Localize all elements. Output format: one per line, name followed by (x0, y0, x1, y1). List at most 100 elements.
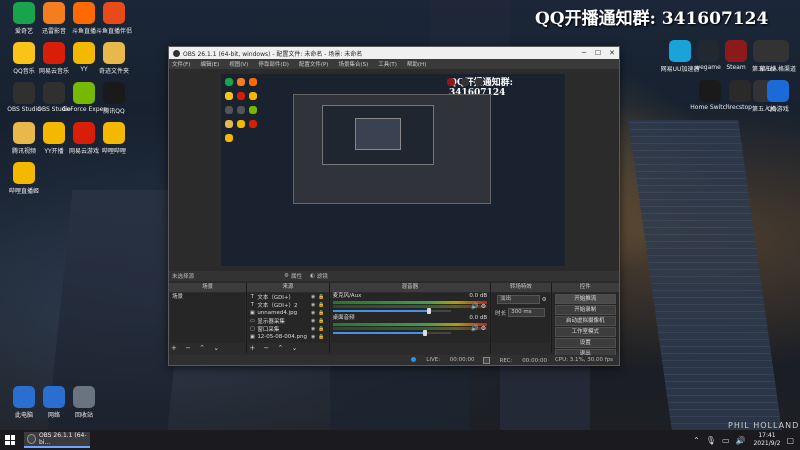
menu-item[interactable]: 视图(V) (229, 60, 248, 68)
sources-controls[interactable]: + − ⌃ ⌄ (249, 344, 300, 352)
network-tray-icon[interactable]: ▭ (722, 436, 730, 445)
start-button[interactable] (0, 430, 20, 450)
desktop-icon[interactable]: 回收站 (62, 386, 106, 419)
menu-item[interactable]: 文件(F) (172, 60, 190, 68)
desktop-icon[interactable]: 第五人格渠道 (756, 40, 800, 73)
control-button[interactable]: 启动虚拟摄像机 (554, 316, 616, 326)
menu-item[interactable]: 场景集合(S) (338, 60, 368, 68)
filters-button[interactable]: ◐ 滤镜 (310, 272, 328, 280)
eye-icon[interactable]: ◉ (311, 326, 315, 332)
obs-titlebar[interactable]: OBS 26.1.1 (64-bit, windows) - 配置文件: 未命名… (169, 47, 619, 59)
source-item[interactable]: ▣ 12-05-08-004.png ◉ 🔒 (248, 333, 327, 341)
clock-date: 2021/9/2 (753, 440, 781, 447)
desktop-icon-label: 腾讯QQ (103, 108, 125, 115)
system-tray: ⌃ 🎙 ▭ 🔊 17:41 2021/9/2 ▢ (687, 432, 794, 448)
source-item[interactable]: T 文本（GDI+） ◉ 🔒 (248, 293, 327, 301)
eye-icon[interactable]: ◉ (311, 310, 315, 316)
source-type-icon: ▭ (249, 318, 255, 324)
mixer-list: 麦克风/Aux 0.0 dB 🔊 ⚙ 桌面音频 0.0 dB 🔊 ⚙ (330, 293, 490, 343)
preview-app-icon (225, 120, 233, 128)
bili-icon (103, 122, 125, 144)
desktop-icon[interactable]: QQ游戏 (756, 80, 800, 113)
desktop-icon[interactable]: 斗鱼直播伴侣 (92, 2, 136, 35)
gear-icon[interactable]: ⚙ (481, 303, 486, 310)
volume-slider[interactable] (332, 330, 451, 336)
obs-window[interactable]: OBS 26.1.1 (64-bit, windows) - 配置文件: 未命名… (168, 46, 620, 366)
preview-app-icon (249, 92, 257, 100)
rec-status: REC: 00:00:00 (482, 356, 547, 364)
source-item[interactable]: T 文本（GDI+）2 ◉ 🔒 (248, 301, 327, 309)
close-button[interactable]: ✕ (605, 47, 619, 59)
control-button[interactable]: 设置 (554, 338, 616, 348)
desktop-icon[interactable]: 哔哩哔哩 (92, 122, 136, 155)
preview-app-icon (249, 106, 257, 114)
notification-icon[interactable]: ▢ (786, 436, 794, 445)
source-name: 窗口采集 (257, 327, 280, 333)
lock-icon[interactable]: 🔒 (318, 302, 324, 308)
source-item[interactable]: ▭ 显示器采集 ◉ 🔒 (248, 317, 327, 325)
lock-icon[interactable]: 🔒 (318, 334, 324, 340)
minimize-button[interactable]: ─ (577, 47, 591, 59)
source-type-icon: ▣ (249, 334, 255, 340)
menu-item[interactable]: 配置文件(P) (299, 60, 329, 68)
volume-slider[interactable] (332, 308, 451, 314)
desktop-icon[interactable]: 哔哩直播姬 (2, 162, 46, 195)
preview-canvas[interactable]: QQ开播通知群: 341607124 (221, 74, 565, 266)
duration-input[interactable]: 300 ms (508, 308, 545, 317)
clock[interactable]: 17:41 2021/9/2 (753, 432, 780, 448)
mixer-channel: 桌面音频 0.0 dB 🔊 ⚙ (331, 315, 490, 337)
volume-icon[interactable]: 🔊 (736, 436, 746, 445)
lock-icon[interactable]: 🔒 (318, 326, 324, 332)
taskbar: OBS 26.1.1 (64-bi... ⌃ 🎙 ▭ 🔊 17:41 2021/… (0, 430, 800, 450)
menu-item[interactable]: 停靠部件(D) (258, 60, 289, 68)
preview-app-icon (237, 106, 245, 114)
microphone-icon[interactable]: 🎙 (706, 436, 716, 445)
mixer-channel-header: 桌面音频 0.0 dB (333, 315, 488, 322)
bili-live-icon (13, 162, 35, 184)
preview-app-icon (447, 78, 455, 86)
preview-app-icon (225, 78, 233, 86)
menu-item[interactable]: 工具(T) (378, 60, 397, 68)
lock-icon[interactable]: 🔒 (318, 310, 324, 316)
douyu-companion-icon (103, 2, 125, 24)
maximize-button[interactable]: ☐ (591, 47, 605, 59)
gear-icon[interactable]: ⚙ (481, 325, 486, 332)
eye-icon[interactable]: ◉ (311, 334, 315, 340)
speaker-icon[interactable]: 🔊 (471, 325, 478, 332)
source-item[interactable]: ▣ unnamed4.jpg ◉ 🔒 (248, 309, 327, 317)
control-button[interactable]: 开始推流 (554, 294, 616, 304)
control-button[interactable]: 工作室模式 (554, 327, 616, 337)
scene-item[interactable]: 场景 (170, 293, 245, 301)
transition-settings-icon[interactable]: ⚙ (542, 297, 547, 303)
lock-icon[interactable]: 🔒 (318, 294, 324, 300)
menu-item[interactable]: 编辑(E) (200, 60, 219, 68)
speaker-icon[interactable]: 🔊 (471, 303, 478, 310)
lock-icon[interactable]: 🔒 (318, 318, 324, 324)
preview-app-icon (475, 78, 483, 86)
properties-button[interactable]: ⚙ 属性 (284, 272, 302, 280)
taskbar-item-obs[interactable]: OBS 26.1.1 (64-bi... (24, 432, 90, 448)
eye-icon[interactable]: ◉ (311, 294, 315, 300)
watermark-text: QQ开播通知群: 341607124 (535, 9, 769, 29)
desktop-icon[interactable]: 奇迹文件夹 (92, 42, 136, 75)
transitions-dock-header: 转场特效 (491, 283, 551, 292)
preview-app-icon (237, 92, 245, 100)
transition-type-select[interactable]: 淡出 (497, 295, 540, 304)
channel-controls: 🔊 ⚙ (471, 325, 486, 332)
source-item[interactable]: ▢ 窗口采集 ◉ 🔒 (248, 325, 327, 333)
chevron-up-icon[interactable]: ⌃ (693, 436, 700, 445)
control-button[interactable]: 开始录制 (554, 305, 616, 315)
volume-meter (332, 327, 488, 330)
scenes-controls[interactable]: + − ⌃ ⌄ (171, 344, 222, 352)
eye-icon[interactable]: ◉ (311, 302, 315, 308)
menu-item[interactable]: 帮助(H) (407, 60, 426, 68)
status-bar: LIVE: 00:00:00 REC: 00:00:00 CPU: 3.1%, … (169, 355, 619, 365)
eye-icon[interactable]: ◉ (311, 318, 315, 324)
volume-meter (332, 305, 488, 308)
nested-obs-preview-innermost (355, 118, 401, 150)
desktop-icon[interactable]: 腾讯QQ (92, 82, 136, 115)
desktop-icon-label: 第五人格渠道 (759, 66, 796, 73)
transition-duration-row: 时长 300 ms (492, 306, 549, 319)
no-source-label: 未选择源 (172, 274, 195, 280)
cpu-status: CPU: 3.1%, 30.00 fps (554, 357, 613, 363)
